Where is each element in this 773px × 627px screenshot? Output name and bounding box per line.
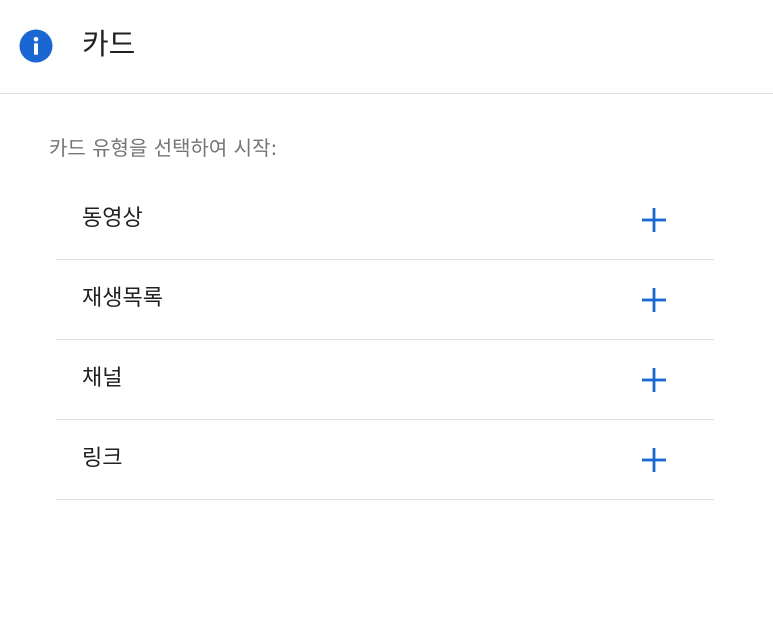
card-type-label: 링크 xyxy=(82,446,123,471)
add-channel-card-button[interactable] xyxy=(630,360,678,400)
plus-icon xyxy=(642,448,666,472)
add-playlist-card-button[interactable] xyxy=(630,280,678,320)
add-video-card-button[interactable] xyxy=(630,200,678,240)
card-type-channel[interactable]: 채널 xyxy=(56,340,714,420)
card-type-playlist[interactable]: 재생목록 xyxy=(56,260,714,340)
card-type-label: 재생목록 xyxy=(82,286,163,311)
dialog-title: 카드 xyxy=(82,27,136,61)
card-type-label: 동영상 xyxy=(82,206,143,231)
card-type-label: 채널 xyxy=(82,366,123,391)
card-type-link[interactable]: 링크 xyxy=(56,420,714,500)
card-type-list: 동영상 재생목록 채널 링크 xyxy=(56,180,714,500)
info-icon xyxy=(19,29,53,63)
add-link-card-button[interactable] xyxy=(630,440,678,480)
dialog-header: 카드 xyxy=(0,0,773,94)
plus-icon xyxy=(642,208,666,232)
plus-icon xyxy=(642,288,666,312)
card-type-prompt: 카드 유형을 선택하여 시작: xyxy=(49,136,278,160)
plus-icon xyxy=(642,368,666,392)
card-type-video[interactable]: 동영상 xyxy=(56,180,714,260)
